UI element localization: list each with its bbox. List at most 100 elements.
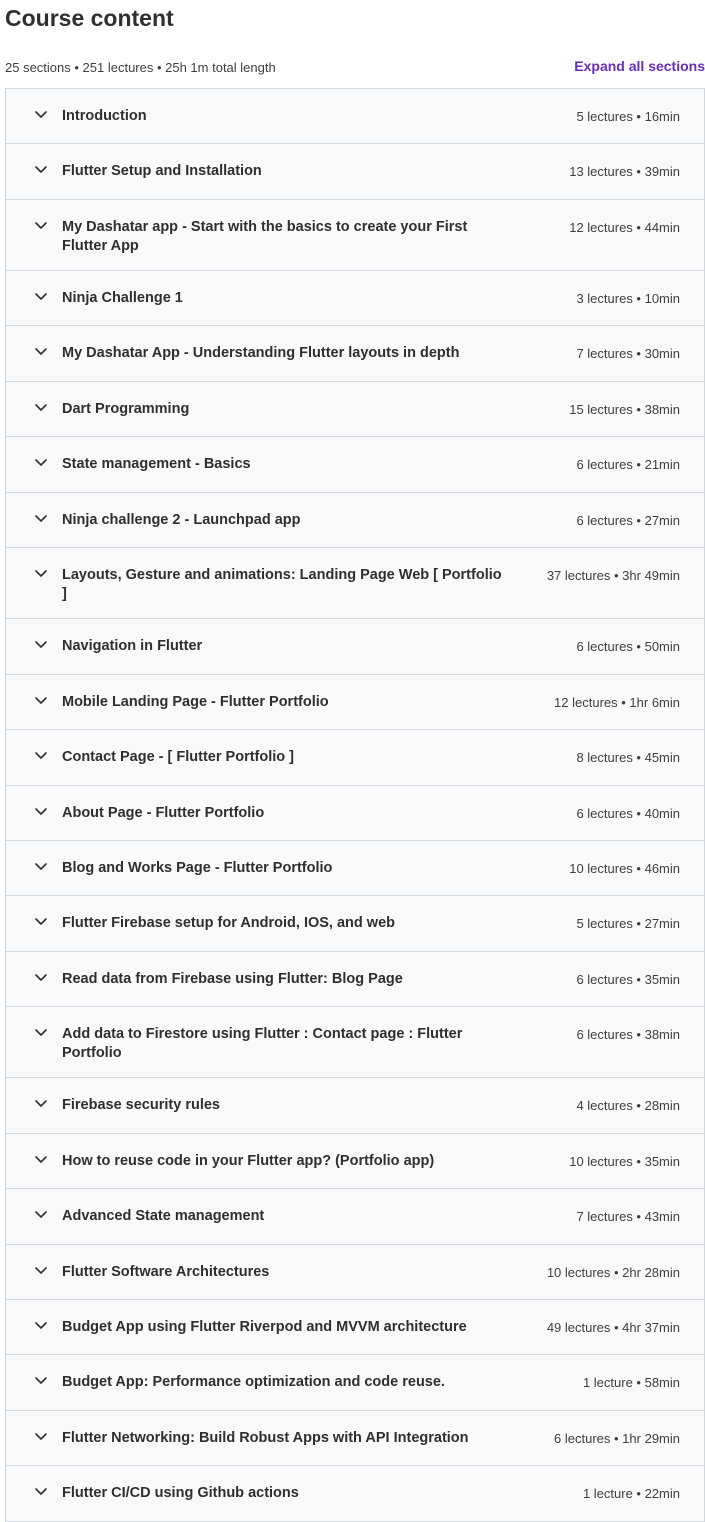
chevron-down-icon bbox=[35, 109, 47, 119]
chevron-down-icon bbox=[35, 513, 47, 523]
section-title: My Dashatar app - Start with the basics … bbox=[62, 219, 468, 254]
section-row[interactable]: Layouts, Gesture and animations: Landing… bbox=[6, 548, 704, 619]
chevron-down-icon bbox=[35, 1431, 47, 1441]
section-meta: 5 lectures • 16min bbox=[576, 109, 680, 124]
section-title: State management - Basics bbox=[62, 456, 251, 472]
section-row[interactable]: Introduction 5 lectures • 16min bbox=[6, 89, 704, 144]
section-title: Advanced State management bbox=[62, 1208, 265, 1224]
section-list: Introduction 5 lectures • 16min Flutter Se… bbox=[5, 88, 705, 1522]
section-title: Flutter Firebase setup for Android, IOS,… bbox=[62, 915, 395, 931]
chevron-down-icon bbox=[35, 1320, 47, 1330]
section-title: My Dashatar App - Understanding Flutter … bbox=[62, 345, 460, 361]
chevron-down-icon bbox=[35, 346, 47, 356]
section-row[interactable]: How to reuse code in your Flutter app? (… bbox=[6, 1134, 704, 1189]
chevron-down-icon bbox=[35, 750, 47, 760]
section-title: Budget App: Performance optimization and… bbox=[62, 1374, 445, 1390]
section-row[interactable]: Flutter Networking: Build Robust Apps wi… bbox=[6, 1411, 704, 1466]
section-meta: 7 lectures • 43min bbox=[576, 1209, 680, 1224]
section-meta: 6 lectures • 35min bbox=[576, 972, 680, 987]
chevron-down-icon bbox=[35, 639, 47, 649]
section-row[interactable]: About Page - Flutter Portfolio 6 lectures… bbox=[6, 786, 704, 841]
section-title: Navigation in Flutter bbox=[62, 638, 203, 654]
chevron-down-icon bbox=[35, 806, 47, 816]
section-meta: 6 lectures • 38min bbox=[576, 1027, 680, 1042]
section-row[interactable]: My Dashatar App - Understanding Flutter … bbox=[6, 326, 704, 382]
chevron-down-icon bbox=[35, 1209, 47, 1219]
section-row[interactable]: Ninja Challenge 1 3 lectures • 10min bbox=[6, 271, 704, 326]
section-title: Read data from Firebase using Flutter: B… bbox=[62, 971, 403, 987]
section-title: Budget App using Flutter Riverpod and MV… bbox=[62, 1319, 467, 1335]
section-row[interactable]: Mobile Landing Page - Flutter Portfolio 1… bbox=[6, 675, 704, 730]
chevron-down-icon bbox=[35, 402, 47, 412]
chevron-down-icon bbox=[35, 1375, 47, 1385]
section-row[interactable]: Blog and Works Page - Flutter Portfolio 1… bbox=[6, 841, 704, 896]
section-title: Add data to Firestore using Flutter : Co… bbox=[62, 1026, 463, 1061]
section-meta: 10 lectures • 46min bbox=[569, 861, 680, 876]
section-row[interactable]: Dart Programming 15 lectures • 38min bbox=[6, 382, 704, 437]
section-meta: 3 lectures • 10min bbox=[576, 291, 680, 306]
section-meta: 8 lectures • 45min bbox=[576, 750, 680, 765]
chevron-down-icon bbox=[35, 1098, 47, 1108]
course-summary: 25 sections • 251 lectures • 25h 1m tota… bbox=[5, 60, 276, 75]
section-meta: 49 lectures • 4hr 37min bbox=[546, 1320, 680, 1335]
chevron-down-icon bbox=[35, 164, 47, 174]
section-row[interactable]: Navigation in Flutter 6 lectures • 50min bbox=[6, 619, 704, 675]
section-row[interactable]: Flutter Setup and Installation 13 lecture… bbox=[6, 144, 704, 200]
chevron-down-icon bbox=[35, 972, 47, 982]
section-title: Dart Programming bbox=[62, 401, 190, 417]
section-row[interactable]: Flutter Software Architectures 10 lecture… bbox=[6, 1245, 704, 1300]
section-row[interactable]: Flutter CI/CD using Github actions 1 lect… bbox=[6, 1466, 704, 1522]
expand-all-sections-button[interactable]: Expand all sections bbox=[574, 58, 705, 74]
section-row[interactable]: Flutter Firebase setup for Android, IOS,… bbox=[6, 896, 704, 952]
section-title: How to reuse code in your Flutter app? (… bbox=[62, 1153, 435, 1169]
section-row[interactable]: Ninja challenge 2 - Launchpad app 6 lectu… bbox=[6, 493, 704, 548]
section-meta: 12 lectures • 1hr 6min bbox=[554, 695, 680, 710]
section-title: Firebase security rules bbox=[62, 1097, 220, 1113]
section-meta: 6 lectures • 27min bbox=[576, 513, 680, 528]
section-row[interactable]: Contact Page - [ Flutter Portfolio ] 8 le… bbox=[6, 730, 704, 786]
section-row[interactable]: Budget App using Flutter Riverpod and MV… bbox=[6, 1300, 704, 1355]
chevron-down-icon bbox=[35, 861, 47, 871]
chevron-down-icon bbox=[35, 568, 47, 578]
section-meta: 7 lectures • 30min bbox=[576, 346, 680, 361]
section-meta: 5 lectures • 27min bbox=[576, 916, 680, 931]
section-meta: 37 lectures • 3hr 49min bbox=[546, 568, 680, 583]
section-row[interactable]: Advanced State management 7 lectures • 43… bbox=[6, 1189, 704, 1245]
section-title: Introduction bbox=[62, 108, 147, 124]
section-meta: 6 lectures • 50min bbox=[576, 639, 680, 654]
chevron-down-icon bbox=[35, 291, 47, 301]
chevron-down-icon bbox=[35, 916, 47, 926]
section-title: Ninja Challenge 1 bbox=[62, 290, 183, 306]
section-meta: 10 lectures • 35min bbox=[569, 1154, 680, 1169]
section-title: Flutter Networking: Build Robust Apps wi… bbox=[62, 1430, 469, 1446]
section-meta: 6 lectures • 40min bbox=[576, 806, 680, 821]
page-title: Course content bbox=[5, 5, 174, 31]
chevron-down-icon bbox=[35, 695, 47, 705]
section-meta: 15 lectures • 38min bbox=[569, 402, 680, 417]
chevron-down-icon bbox=[35, 1027, 47, 1037]
section-row[interactable]: Add data to Firestore using Flutter : Co… bbox=[6, 1007, 704, 1078]
section-meta: 6 lectures • 21min bbox=[576, 457, 680, 472]
section-meta: 10 lectures • 2hr 28min bbox=[546, 1265, 680, 1280]
section-title: Ninja challenge 2 - Launchpad app bbox=[62, 512, 301, 528]
section-meta: 12 lectures • 44min bbox=[569, 220, 680, 235]
section-row[interactable]: My Dashatar app - Start with the basics … bbox=[6, 200, 704, 271]
section-meta: 6 lectures • 1hr 29min bbox=[554, 1431, 680, 1446]
section-title: Contact Page - [ Flutter Portfolio ] bbox=[62, 749, 294, 765]
section-row[interactable]: Read data from Firebase using Flutter: B… bbox=[6, 952, 704, 1007]
section-title: Flutter CI/CD using Github actions bbox=[62, 1485, 299, 1501]
chevron-down-icon bbox=[35, 457, 47, 467]
chevron-down-icon bbox=[35, 1154, 47, 1164]
chevron-down-icon bbox=[35, 1265, 47, 1275]
section-meta: 13 lectures • 39min bbox=[569, 164, 680, 179]
chevron-down-icon bbox=[35, 220, 47, 230]
section-row[interactable]: State management - Basics 6 lectures • 21… bbox=[6, 437, 704, 493]
chevron-down-icon bbox=[35, 1486, 47, 1496]
section-title: Flutter Setup and Installation bbox=[62, 163, 262, 179]
section-row[interactable]: Firebase security rules 4 lectures • 28mi… bbox=[6, 1078, 704, 1134]
section-title: Layouts, Gesture and animations: Landing… bbox=[62, 567, 502, 602]
section-title: Flutter Software Architectures bbox=[62, 1264, 270, 1280]
section-row[interactable]: Budget App: Performance optimization and… bbox=[6, 1355, 704, 1411]
course-summary-bar: 25 sections • 251 lectures • 25h 1m tota… bbox=[5, 58, 705, 78]
section-title: Blog and Works Page - Flutter Portfolio bbox=[62, 860, 333, 876]
